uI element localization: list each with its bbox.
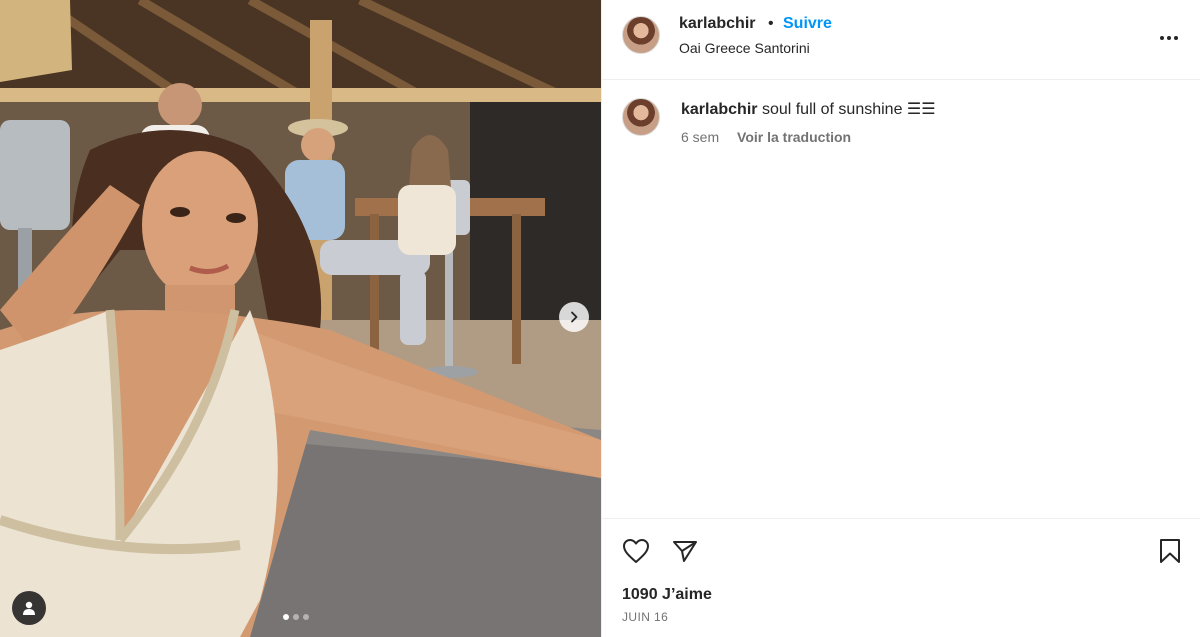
- carousel-indicator: [283, 614, 309, 620]
- more-options-button[interactable]: [1157, 26, 1181, 50]
- post-location[interactable]: Oai Greece Santorini: [679, 40, 810, 56]
- post-photo: [0, 0, 601, 637]
- like-button[interactable]: [621, 536, 651, 566]
- follow-button[interactable]: Suivre: [783, 15, 832, 33]
- post-username[interactable]: karlabchir: [679, 15, 755, 33]
- post-actions: 1090 J’aime JUIN 16: [602, 518, 1200, 637]
- share-button[interactable]: [670, 536, 700, 566]
- heart-icon: [623, 539, 649, 563]
- carousel-dot-active: [283, 614, 289, 620]
- paper-plane-icon: [673, 541, 697, 562]
- separator-dot: •: [768, 15, 774, 32]
- caption-username[interactable]: karlabchir: [681, 101, 757, 118]
- caption-timestamp[interactable]: 6 sem: [681, 129, 719, 145]
- more-horizontal-icon: [1160, 36, 1178, 40]
- tagged-users-button[interactable]: [12, 591, 46, 625]
- caption-meta: 6 sem Voir la traduction: [681, 129, 851, 145]
- avatar[interactable]: [622, 16, 660, 54]
- caption-line: karlabchir soul full of sunshine ☰☰: [681, 99, 936, 119]
- post-header: karlabchir • Suivre Oai Greece Santorini: [602, 0, 1200, 80]
- caption-text: soul full of sunshine: [761, 101, 903, 118]
- post-date: JUIN 16: [622, 610, 669, 624]
- post-side-panel: karlabchir • Suivre Oai Greece Santorini…: [601, 0, 1200, 637]
- next-slide-button[interactable]: [559, 302, 589, 332]
- save-button[interactable]: [1155, 536, 1185, 566]
- caption-avatar[interactable]: [622, 98, 660, 136]
- likes-count[interactable]: 1090 J’aime: [622, 586, 712, 604]
- post-media[interactable]: [0, 0, 601, 637]
- carousel-dot: [293, 614, 299, 620]
- bookmark-icon: [1160, 539, 1180, 563]
- user-tag-icon: [23, 601, 35, 615]
- see-translation-link[interactable]: Voir la traduction: [737, 129, 851, 145]
- chevron-right-icon: [571, 311, 578, 323]
- caption-emoji: ☰☰: [906, 101, 936, 118]
- carousel-dot: [303, 614, 309, 620]
